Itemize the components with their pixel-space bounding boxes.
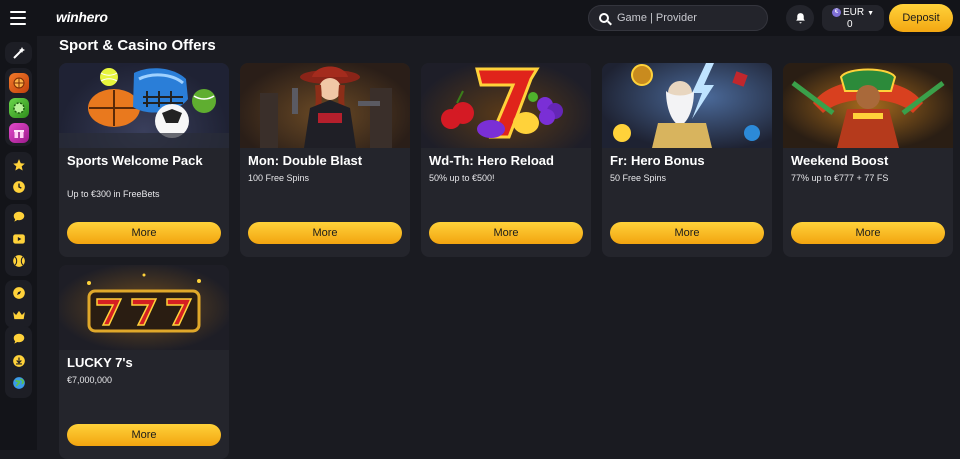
sidebar-item-tennis[interactable] — [5, 250, 32, 272]
star-icon — [12, 159, 25, 171]
offer-title: Fr: Hero Bonus — [610, 153, 705, 168]
cowgirl-promo-image — [240, 63, 410, 148]
search-input[interactable] — [617, 12, 757, 24]
clock-icon — [12, 181, 25, 193]
search-icon — [599, 13, 609, 23]
globe-icon — [12, 377, 25, 389]
sidebar-item-chat[interactable] — [5, 206, 32, 228]
offer-card[interactable]: Sports Welcome Pack Up to €300 in FreeBe… — [59, 63, 229, 257]
currency-code: EUR — [843, 7, 865, 18]
sidebar-item-casino[interactable] — [5, 95, 32, 120]
offer-card[interactable]: LUCKY 7's €7,000,000 More — [59, 265, 229, 459]
sidebar — [0, 36, 37, 450]
sidebar-group-favorites — [5, 152, 32, 200]
sidebar-group-media — [5, 204, 32, 276]
lucky-sevens-promo-image — [59, 265, 229, 350]
offer-subtitle: 50 Free Spins — [610, 173, 667, 183]
fruit-seven-promo-image — [421, 63, 591, 148]
offer-subtitle: Up to €300 in FreeBets — [67, 189, 160, 199]
offer-subtitle: 77% up to €777 + 77 FS — [791, 173, 889, 183]
deposit-button[interactable]: Deposit — [889, 4, 953, 32]
offer-title: Wd-Th: Hero Reload — [429, 153, 554, 168]
magic-wand-icon — [12, 47, 25, 59]
more-button[interactable]: More — [429, 222, 583, 244]
sports-promo-image — [59, 63, 229, 148]
compass-icon — [12, 287, 25, 299]
offer-card[interactable]: Fr: Hero Bonus 50 Free Spins More — [602, 63, 772, 257]
sidebar-item-support[interactable] — [5, 328, 32, 350]
more-button[interactable]: More — [67, 222, 221, 244]
notification-bell-icon[interactable] — [786, 5, 814, 31]
sidebar-item-favorites[interactable] — [5, 154, 32, 176]
balance: 0 — [847, 19, 853, 30]
sidebar-item-vip[interactable] — [5, 304, 32, 326]
sports-ball-icon — [8, 72, 29, 93]
chevron-down-icon: ▼ — [867, 10, 875, 17]
sidebar-group-extra — [5, 280, 32, 328]
offer-card[interactable]: Mon: Double Blast 100 Free Spins More — [240, 63, 410, 257]
support-chat-icon — [13, 333, 24, 344]
zeus-promo-image — [602, 63, 772, 148]
tennis-ball-icon — [12, 255, 25, 267]
more-button[interactable]: More — [248, 222, 402, 244]
offer-subtitle: 100 Free Spins — [248, 173, 310, 183]
download-icon — [12, 355, 25, 367]
offer-card[interactable]: Weekend Boost 77% up to €777 + 77 FS Mor… — [783, 63, 953, 257]
sidebar-item-magic[interactable] — [5, 42, 32, 64]
sidebar-item-recent[interactable] — [5, 176, 32, 198]
search-box[interactable] — [588, 5, 768, 31]
sidebar-group-games — [5, 68, 32, 146]
sidebar-item-explore[interactable] — [5, 282, 32, 304]
offer-title: Mon: Double Blast — [248, 153, 363, 168]
more-button[interactable]: More — [67, 424, 221, 446]
euro-coin-icon: € — [832, 7, 841, 17]
sidebar-item-sports[interactable] — [5, 70, 32, 95]
offer-title: Weekend Boost — [791, 153, 889, 168]
chip-icon — [8, 97, 29, 118]
sidebar-group-top — [5, 42, 32, 64]
aztec-warrior-promo-image — [783, 63, 953, 148]
sidebar-item-live[interactable] — [5, 228, 32, 250]
sidebar-item-language[interactable] — [5, 372, 32, 394]
offer-subtitle: 50% up to €500! — [429, 173, 495, 183]
crown-icon — [12, 310, 25, 320]
top-bar: winhero €EUR▼ 0 Deposit — [0, 0, 960, 36]
sidebar-item-download[interactable] — [5, 350, 32, 372]
offer-card[interactable]: Wd-Th: Hero Reload 50% up to €500! More — [421, 63, 591, 257]
logo[interactable]: winhero — [56, 9, 108, 25]
sidebar-group-bottom — [5, 326, 32, 398]
offer-subtitle: €7,000,000 — [67, 375, 113, 385]
more-button[interactable]: More — [791, 222, 945, 244]
more-button[interactable]: More — [610, 222, 764, 244]
currency-selector[interactable]: € EUR ▼ 0 — [822, 5, 884, 31]
menu-icon[interactable] — [10, 11, 26, 25]
chat-bubble-icon — [13, 211, 24, 222]
sidebar-item-bonuses[interactable] — [5, 120, 32, 145]
offer-title: Sports Welcome Pack — [67, 153, 203, 168]
offer-title: LUCKY 7's — [67, 355, 133, 370]
gift-box-icon — [8, 122, 29, 143]
play-icon — [12, 234, 25, 244]
page-title: Sport & Casino Offers — [59, 37, 216, 54]
